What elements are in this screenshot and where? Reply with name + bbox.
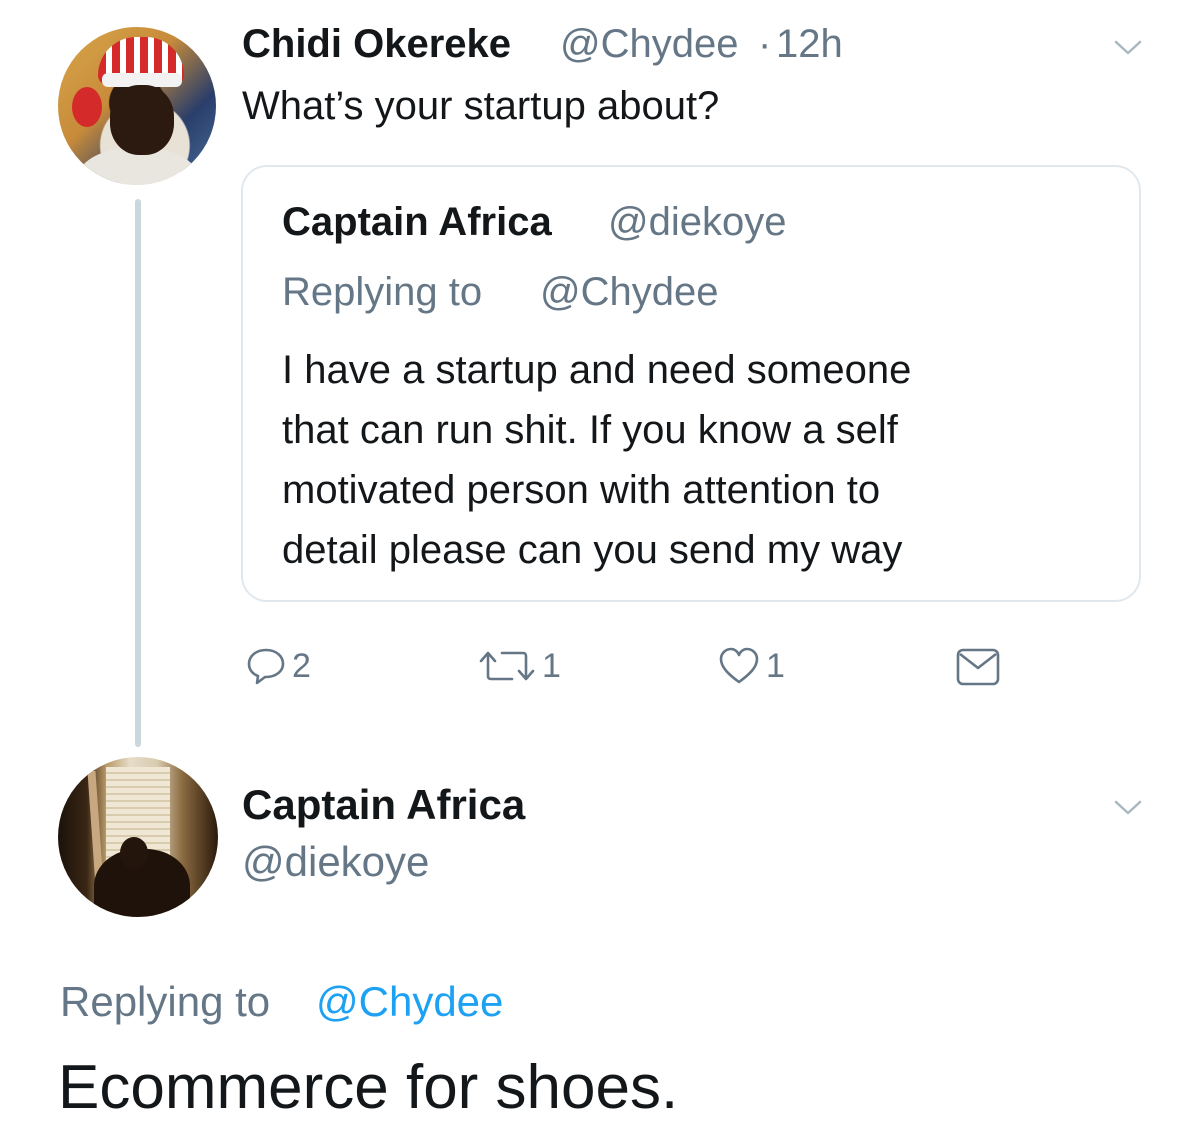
quoted-tweet-body-line: that can run shit. If you know a self bbox=[282, 408, 898, 452]
avatar-hat-pom bbox=[72, 87, 102, 127]
quoted-tweet-author-handle: @diekoye bbox=[608, 200, 787, 244]
quoted-tweet-body-line: detail please can you send my way bbox=[282, 528, 903, 572]
avatar-face bbox=[110, 85, 174, 155]
like-icon bbox=[719, 647, 759, 684]
tweet2-replying-to-label: Replying to bbox=[60, 978, 271, 1025]
thread-connector-line bbox=[135, 199, 141, 747]
retweet-icon bbox=[479, 651, 535, 681]
tweet2-author-handle[interactable]: @diekoye bbox=[242, 838, 429, 886]
tweet2-replying-to-handle[interactable]: @Chydee bbox=[316, 978, 503, 1026]
avatar-chidi-okereke[interactable] bbox=[58, 27, 216, 185]
tweet1-timestamp[interactable]: 12h bbox=[776, 22, 843, 67]
reply-button[interactable]: 2 bbox=[246, 646, 311, 686]
quoted-tweet-body: I have a startup and need someone that c… bbox=[282, 340, 1102, 580]
avatar-head bbox=[120, 837, 148, 869]
quoted-tweet-replying-to-label: Replying to bbox=[282, 270, 483, 314]
avatar-captain-africa[interactable] bbox=[58, 757, 218, 917]
quoted-tweet-body-line: motivated person with attention to bbox=[282, 468, 881, 512]
quoted-tweet-replying-to-handle: @Chydee bbox=[540, 270, 719, 314]
quoted-tweet-author-name: Captain Africa bbox=[282, 200, 552, 244]
retweet-button[interactable]: 1 bbox=[478, 646, 561, 686]
tweet1-chevron-down-icon[interactable] bbox=[1114, 40, 1142, 56]
tweet1-text: What’s your startup about? bbox=[242, 84, 720, 128]
tweet1-author-name[interactable]: Chidi Okereke bbox=[242, 22, 511, 67]
direct-message-icon bbox=[956, 648, 1000, 686]
direct-message-button[interactable] bbox=[956, 648, 1000, 686]
tweet2-text: Ecommerce for shoes. bbox=[58, 1053, 679, 1122]
retweet-count: 1 bbox=[542, 646, 561, 685]
quoted-tweet-body-line: I have a startup and need someone bbox=[282, 348, 912, 392]
reply-count: 2 bbox=[292, 646, 311, 685]
tweet1-separator-dot: · bbox=[758, 22, 772, 66]
tweet2-chevron-down-icon[interactable] bbox=[1114, 800, 1142, 816]
tweet1-author-handle[interactable]: @Chydee bbox=[560, 22, 738, 67]
tweet2-author-name[interactable]: Captain Africa bbox=[242, 781, 525, 829]
reply-icon bbox=[247, 648, 285, 685]
like-count: 1 bbox=[766, 646, 785, 685]
like-button[interactable]: 1 bbox=[718, 646, 785, 686]
